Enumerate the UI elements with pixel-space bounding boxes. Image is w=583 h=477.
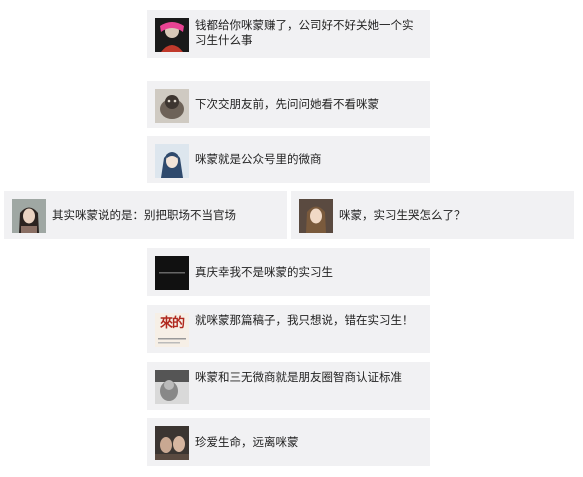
anime-character-avatar[interactable]	[155, 144, 189, 178]
black-tile-avatar[interactable]	[155, 256, 189, 290]
cat-photo-avatar[interactable]	[155, 89, 189, 123]
comment-card[interactable]: 其实咪蒙说的是：别把职场不当官场	[4, 191, 287, 239]
avatar-lettering: 來的	[159, 316, 185, 331]
comment-card[interactable]: 咪蒙就是公众号里的微商	[147, 136, 430, 183]
comment-card[interactable]: 钱都给你咪蒙赚了，公司好不好关她一个实习生什么事	[147, 10, 430, 58]
comment-text: 下次交朋友前，先问问她看不看咪蒙	[195, 97, 379, 111]
rockstar-illustration-avatar[interactable]	[155, 18, 189, 52]
comment-text: 钱都给你咪蒙赚了，公司好不好关她一个实习生什么事	[195, 18, 414, 47]
comment-card[interactable]: 來的 就咪蒙那篇稿子，我只想说，错在实习生！	[147, 305, 430, 353]
comment-card[interactable]: 珍爱生命，远离咪蒙	[147, 418, 430, 466]
comment-card[interactable]: 咪蒙和三无微商就是朋友圈智商认证标准	[147, 362, 430, 410]
comment-card[interactable]: 真庆幸我不是咪蒙的实习生	[147, 248, 430, 296]
comment-text: 就咪蒙那篇稿子，我只想说，错在实习生！	[195, 313, 414, 327]
girl-portrait-avatar[interactable]	[12, 199, 46, 233]
comment-text: 咪蒙，实习生哭怎么了？	[339, 207, 466, 222]
grayscale-photo-avatar[interactable]	[155, 370, 189, 404]
comment-text: 珍爱生命，远离咪蒙	[195, 434, 299, 449]
red-text-avatar[interactable]: 來的	[155, 313, 189, 347]
movie-still-avatar[interactable]	[155, 426, 189, 460]
woman-portrait-avatar[interactable]	[299, 199, 333, 233]
comment-text: 真庆幸我不是咪蒙的实习生	[195, 264, 333, 279]
comment-card[interactable]: 下次交朋友前，先问问她看不看咪蒙	[147, 81, 430, 128]
comment-text: 其实咪蒙说的是：别把职场不当官场	[52, 207, 236, 222]
comment-text: 咪蒙和三无微商就是朋友圈智商认证标准	[195, 370, 402, 384]
comment-text: 咪蒙就是公众号里的微商	[195, 152, 322, 166]
comment-card[interactable]: 咪蒙，实习生哭怎么了？	[291, 191, 574, 239]
